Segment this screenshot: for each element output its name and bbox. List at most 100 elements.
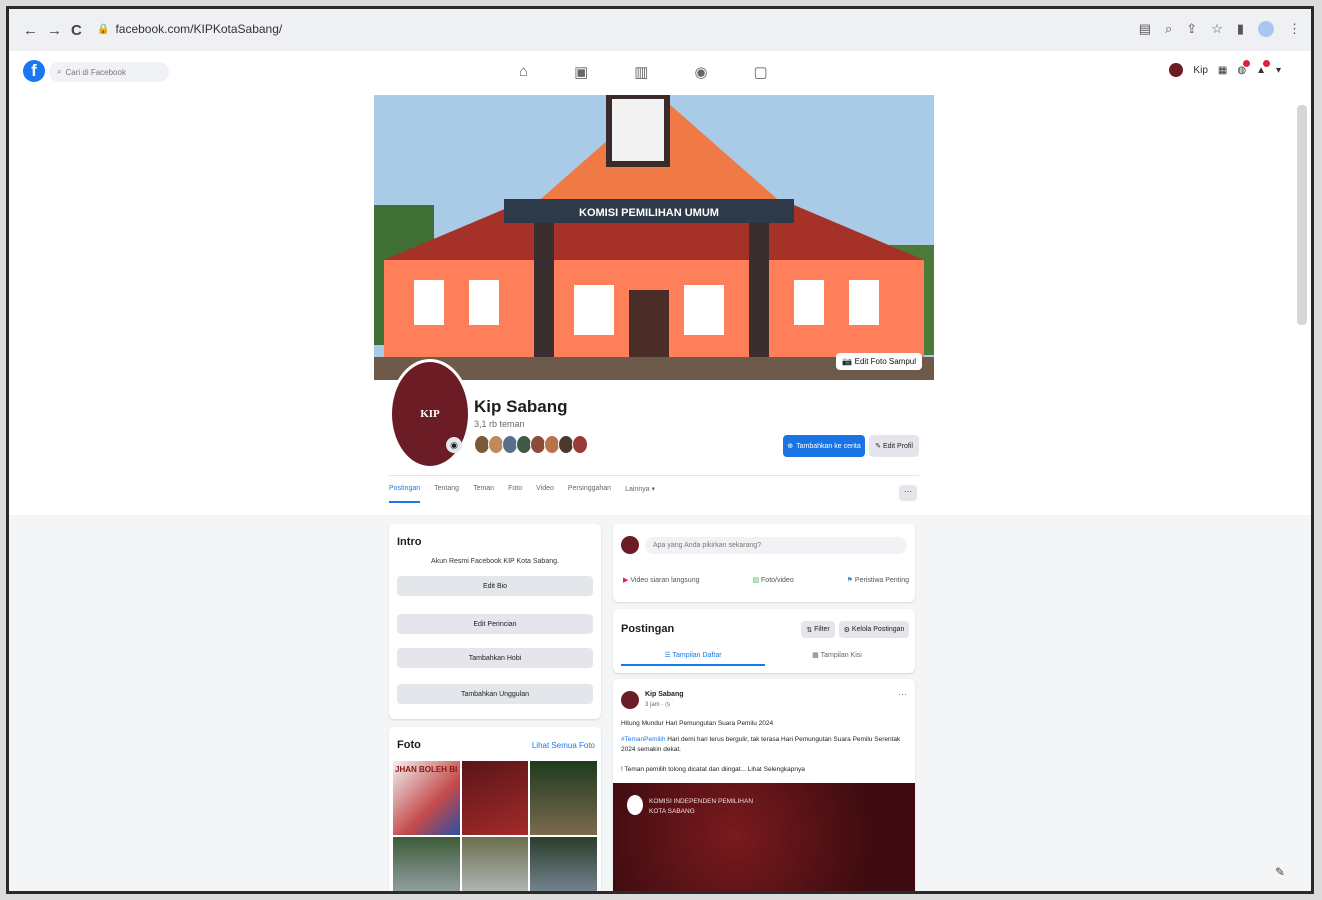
post-text-line[interactable]: ! Teman pemilih tolong dicatat dan diing… <box>621 765 911 775</box>
photo-thumbnail[interactable] <box>530 761 597 835</box>
messenger-icon[interactable]: ◍ <box>1237 59 1250 76</box>
page-title: Kip Sabang <box>474 397 568 416</box>
post-image-caption: KOMISI INDEPENDEN PEMILIHAN KOTA SABANG <box>649 798 754 815</box>
pencil-icon: ✎ <box>875 443 881 450</box>
header-divider <box>389 475 919 476</box>
more-options-button[interactable]: ··· <box>899 485 917 501</box>
post-image[interactable]: KOMISI INDEPENDEN PEMILIHAN KOTA SABANG <box>613 783 915 891</box>
manage-posts-button[interactable]: ⚙ Kelola Postingan <box>839 621 909 638</box>
post-timestamp[interactable]: 3 jam · ◷ <box>645 701 670 708</box>
plus-icon: ⊕ <box>787 443 794 450</box>
groups-icon[interactable]: ◉ <box>694 63 707 81</box>
filter-icon: ⇅ <box>806 626 813 634</box>
search-placeholder: Cari di Facebook <box>65 67 126 77</box>
photo-thumbnail[interactable] <box>461 837 529 891</box>
sidepanel-icon[interactable]: ▮ <box>1237 21 1244 37</box>
translate-icon[interactable]: ▤ <box>1139 21 1151 37</box>
post-text-line: Hitung Mundur Hari Pemungutan Suara Pemi… <box>621 720 774 727</box>
post-options-icon[interactable]: ··· <box>898 689 907 699</box>
intro-bio: Akun Resmi Facebook KIP Kota Sabang. <box>431 558 559 565</box>
account-name[interactable]: Kip <box>1193 65 1207 76</box>
search-icon: ⌕ <box>57 67 62 76</box>
tab-video[interactable]: Video <box>536 485 554 503</box>
gaming-icon[interactable]: ▢ <box>754 63 768 81</box>
home-icon[interactable]: ⌂ <box>519 63 528 81</box>
add-to-story-button[interactable]: ⊕ Tambahkan ke cerita <box>783 435 865 457</box>
menu-grid-icon[interactable]: ▦ <box>1218 65 1227 76</box>
page-scrollbar[interactable] <box>1297 105 1307 325</box>
new-message-icon[interactable]: ✎ <box>1275 865 1285 879</box>
intro-card: Intro Akun Resmi Facebook KIP Kota Saban… <box>389 524 601 719</box>
photo-icon: ▨ <box>752 577 760 584</box>
camera-icon: 📷 <box>842 357 853 366</box>
flag-icon: ⚑ <box>846 577 853 584</box>
friends-count[interactable]: 3,1 rb teman <box>474 419 525 429</box>
url-text: facebook.com/KIPKotaSabang/ <box>115 22 283 36</box>
photo-thumbnail[interactable] <box>530 837 597 891</box>
photo-thumbnail[interactable] <box>461 761 529 835</box>
tab-teman[interactable]: Teman <box>473 485 494 503</box>
photo-thumbnail[interactable]: JHAN BOLEH BI <box>393 761 460 835</box>
cover-photo[interactable]: KOMISI PEMILIHAN UMUM 📷 Edit Foto Sampul <box>374 95 934 380</box>
facebook-main-nav: ⌂ ▣ ▥ ◉ ▢ <box>519 63 768 81</box>
post-author-name[interactable]: Kip Sabang <box>645 691 684 698</box>
live-video-button[interactable]: ▶ Video siaran langsung <box>623 576 700 584</box>
marketplace-icon[interactable]: ▥ <box>634 63 648 81</box>
cover-building-illustration: KOMISI PEMILIHAN UMUM <box>374 95 934 380</box>
hashtag-link[interactable]: #TemanPemilih <box>621 736 665 743</box>
browser-menu-icon[interactable]: ⋮ <box>1288 21 1301 37</box>
edit-bio-button[interactable]: Edit Bio <box>397 576 593 596</box>
photos-grid: JHAN BOLEH BI <box>393 761 597 891</box>
tab-tentang[interactable]: Tentang <box>434 485 459 503</box>
friend-avatar[interactable] <box>572 435 588 454</box>
tab-lainnya[interactable]: Lainnya ▾ <box>625 485 655 503</box>
address-bar[interactable]: 🔒 facebook.com/KIPKotaSabang/ <box>97 17 1137 41</box>
tab-postingan[interactable]: Postingan <box>389 485 421 503</box>
bookmark-star-icon[interactable]: ☆ <box>1211 21 1223 37</box>
facebook-logo-icon[interactable]: f <box>23 60 45 82</box>
tab-persinggahan[interactable]: Persinggahan <box>568 485 611 503</box>
grid-view-tab[interactable]: ▦ Tampilan Kisi <box>765 651 909 664</box>
reload-button[interactable]: C <box>71 22 82 39</box>
profile-picture[interactable]: KIP <box>389 359 471 469</box>
filter-button[interactable]: ⇅ Filter <box>801 621 835 638</box>
list-view-tab[interactable]: ☰ Tampilan Daftar <box>621 651 765 666</box>
feed-post: Kip Sabang 3 jam · ◷ ··· Hitung Mundur H… <box>613 679 915 891</box>
screenshot-frame: ← → C 🔒 facebook.com/KIPKotaSabang/ ▤ ⌕ … <box>6 6 1314 894</box>
account-chevron-down-icon[interactable]: ▾ <box>1276 65 1281 76</box>
whats-on-your-mind-input[interactable]: Apa yang Anda pikirkan sekarang? <box>645 537 907 554</box>
facebook-search-input[interactable]: ⌕ Cari di Facebook <box>49 62 169 82</box>
watch-icon[interactable]: ▣ <box>574 63 588 81</box>
edit-details-button[interactable]: Edit Perincian <box>397 614 593 634</box>
add-hobbies-button[interactable]: Tambahkan Hobi <box>397 648 593 668</box>
photos-title: Foto <box>397 739 421 751</box>
posts-title: Postingan <box>621 623 675 635</box>
edit-profile-button[interactable]: ✎ Edit Profil <box>869 435 919 457</box>
gear-icon: ⚙ <box>843 626 850 634</box>
tab-foto[interactable]: Foto <box>508 485 522 503</box>
life-event-button[interactable]: ⚑ Peristiwa Penting <box>847 576 909 584</box>
add-featured-button[interactable]: Tambahkan Unggulan <box>397 684 593 704</box>
list-icon: ☰ <box>664 652 671 659</box>
grid-icon: ▦ <box>812 652 819 659</box>
back-button[interactable]: ← <box>23 22 38 39</box>
zoom-icon[interactable]: ⌕ <box>1165 21 1172 37</box>
notifications-bell-icon[interactable]: ▲ <box>1256 59 1270 76</box>
edit-cover-photo-button[interactable]: 📷 Edit Foto Sampul <box>836 353 922 370</box>
composer-avatar[interactable] <box>621 536 639 554</box>
friend-avatars <box>474 435 588 454</box>
facebook-account-area: Kip ▦ ◍ ▲ ▾ <box>1169 59 1281 77</box>
browser-profile-icon[interactable] <box>1258 21 1274 37</box>
forward-button[interactable]: → <box>47 22 62 39</box>
post-composer: Apa yang Anda pikirkan sekarang? ▶ Video… <box>613 524 915 602</box>
photo-video-button[interactable]: ▨ Foto/video <box>752 576 793 584</box>
lock-icon: 🔒 <box>97 23 110 35</box>
share-icon[interactable]: ⇪ <box>1186 21 1197 37</box>
photo-thumbnail[interactable] <box>393 837 460 891</box>
browser-toolbar: ← → C 🔒 facebook.com/KIPKotaSabang/ ▤ ⌕ … <box>9 9 1311 52</box>
posts-header-card: Postingan ⇅ Filter ⚙ Kelola Postingan ☰ Ta… <box>613 609 915 673</box>
account-avatar[interactable] <box>1169 63 1184 77</box>
change-profile-picture-camera-icon[interactable]: ◉ <box>446 437 462 453</box>
post-author-avatar[interactable] <box>621 691 639 709</box>
see-all-photos-link[interactable]: Lihat Semua Foto <box>532 741 595 750</box>
